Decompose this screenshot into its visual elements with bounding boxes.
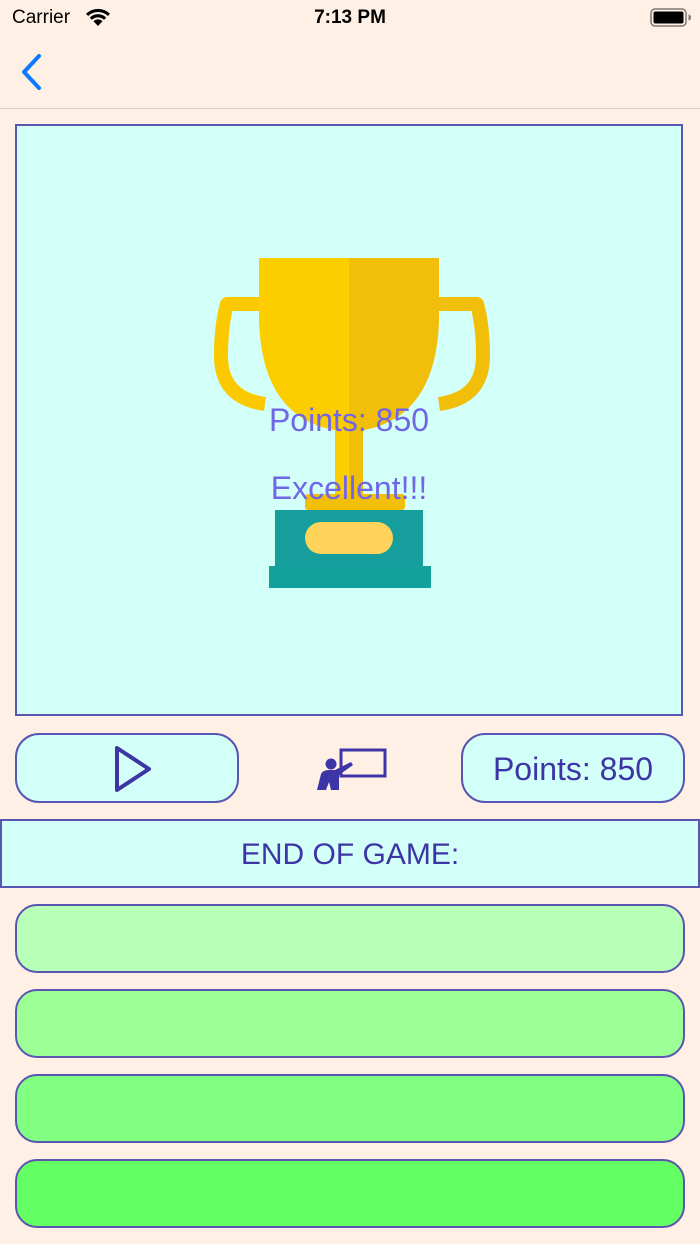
- answer-button-3[interactable]: [15, 1074, 685, 1143]
- points-score-text: Points: 850: [268, 402, 430, 438]
- back-button[interactable]: [12, 50, 52, 94]
- chevron-left-icon: [22, 54, 41, 90]
- answer-button-2[interactable]: [15, 989, 685, 1058]
- play-button[interactable]: [15, 733, 239, 803]
- play-icon: [111, 744, 155, 799]
- result-message: Excellent!!!: [270, 470, 428, 506]
- end-of-game-text: END OF GAME:: [240, 838, 460, 871]
- points-label: Points: 850: [492, 751, 654, 787]
- navigation-bar: [0, 40, 700, 109]
- teacher-icon[interactable]: [313, 748, 387, 797]
- battery-icon: [650, 8, 692, 33]
- result-panel: Points: 850 Excellent!!!: [15, 124, 683, 716]
- points-display: Points: 850: [461, 733, 685, 803]
- status-time: 7:13 PM: [314, 7, 386, 28]
- status-bar: Carrier 7:13 PM: [0, 0, 700, 40]
- answer-button-1[interactable]: [15, 904, 685, 973]
- answer-button-4[interactable]: [15, 1159, 685, 1228]
- end-of-game-banner: END OF GAME:: [0, 819, 700, 888]
